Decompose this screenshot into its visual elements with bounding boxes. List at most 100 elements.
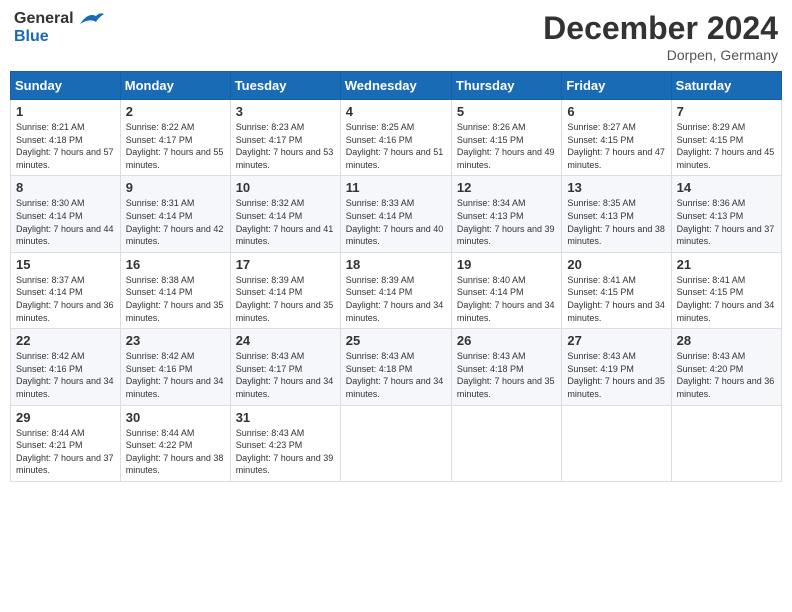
calendar-day-header: Monday bbox=[120, 72, 230, 100]
calendar-week-row: 29 Sunrise: 8:44 AM Sunset: 4:21 PM Dayl… bbox=[11, 405, 782, 481]
day-number: 3 bbox=[236, 104, 335, 119]
calendar-day-cell: 28 Sunrise: 8:43 AM Sunset: 4:20 PM Dayl… bbox=[671, 329, 781, 405]
sunset-text: Sunset: 4:17 PM bbox=[236, 364, 303, 374]
daylight-text: Daylight: 7 hours and 47 minutes. bbox=[567, 147, 665, 170]
sunrise-text: Sunrise: 8:22 AM bbox=[126, 122, 195, 132]
calendar-day-cell bbox=[562, 405, 671, 481]
daylight-text: Daylight: 7 hours and 57 minutes. bbox=[16, 147, 114, 170]
calendar-week-row: 22 Sunrise: 8:42 AM Sunset: 4:16 PM Dayl… bbox=[11, 329, 782, 405]
daylight-text: Daylight: 7 hours and 39 minutes. bbox=[457, 224, 555, 247]
daylight-text: Daylight: 7 hours and 36 minutes. bbox=[16, 300, 114, 323]
day-number: 26 bbox=[457, 333, 556, 348]
sunset-text: Sunset: 4:16 PM bbox=[16, 364, 83, 374]
day-number: 11 bbox=[346, 180, 446, 195]
day-details: Sunrise: 8:26 AM Sunset: 4:15 PM Dayligh… bbox=[457, 121, 556, 171]
calendar-day-header: Wednesday bbox=[340, 72, 451, 100]
day-details: Sunrise: 8:23 AM Sunset: 4:17 PM Dayligh… bbox=[236, 121, 335, 171]
sunset-text: Sunset: 4:15 PM bbox=[677, 135, 744, 145]
day-number: 18 bbox=[346, 257, 446, 272]
day-details: Sunrise: 8:36 AM Sunset: 4:13 PM Dayligh… bbox=[677, 197, 776, 247]
calendar-day-cell: 16 Sunrise: 8:38 AM Sunset: 4:14 PM Dayl… bbox=[120, 252, 230, 328]
sunset-text: Sunset: 4:19 PM bbox=[567, 364, 634, 374]
sunrise-text: Sunrise: 8:43 AM bbox=[457, 351, 526, 361]
day-details: Sunrise: 8:39 AM Sunset: 4:14 PM Dayligh… bbox=[236, 274, 335, 324]
calendar-day-cell: 18 Sunrise: 8:39 AM Sunset: 4:14 PM Dayl… bbox=[340, 252, 451, 328]
day-details: Sunrise: 8:43 AM Sunset: 4:23 PM Dayligh… bbox=[236, 427, 335, 477]
calendar-day-cell: 27 Sunrise: 8:43 AM Sunset: 4:19 PM Dayl… bbox=[562, 329, 671, 405]
day-number: 28 bbox=[677, 333, 776, 348]
calendar-week-row: 1 Sunrise: 8:21 AM Sunset: 4:18 PM Dayli… bbox=[11, 100, 782, 176]
daylight-text: Daylight: 7 hours and 36 minutes. bbox=[677, 376, 775, 399]
daylight-text: Daylight: 7 hours and 35 minutes. bbox=[457, 376, 555, 399]
day-details: Sunrise: 8:31 AM Sunset: 4:14 PM Dayligh… bbox=[126, 197, 225, 247]
daylight-text: Daylight: 7 hours and 34 minutes. bbox=[346, 376, 444, 399]
day-number: 2 bbox=[126, 104, 225, 119]
day-number: 4 bbox=[346, 104, 446, 119]
sunrise-text: Sunrise: 8:39 AM bbox=[236, 275, 305, 285]
daylight-text: Daylight: 7 hours and 40 minutes. bbox=[346, 224, 444, 247]
daylight-text: Daylight: 7 hours and 55 minutes. bbox=[126, 147, 224, 170]
day-details: Sunrise: 8:32 AM Sunset: 4:14 PM Dayligh… bbox=[236, 197, 335, 247]
sunrise-text: Sunrise: 8:36 AM bbox=[677, 198, 746, 208]
daylight-text: Daylight: 7 hours and 34 minutes. bbox=[236, 376, 334, 399]
day-details: Sunrise: 8:22 AM Sunset: 4:17 PM Dayligh… bbox=[126, 121, 225, 171]
sunset-text: Sunset: 4:21 PM bbox=[16, 440, 83, 450]
calendar-day-cell: 10 Sunrise: 8:32 AM Sunset: 4:14 PM Dayl… bbox=[230, 176, 340, 252]
calendar-day-header: Friday bbox=[562, 72, 671, 100]
calendar-day-cell: 22 Sunrise: 8:42 AM Sunset: 4:16 PM Dayl… bbox=[11, 329, 121, 405]
calendar-day-cell: 15 Sunrise: 8:37 AM Sunset: 4:14 PM Dayl… bbox=[11, 252, 121, 328]
sunrise-text: Sunrise: 8:43 AM bbox=[346, 351, 415, 361]
day-number: 15 bbox=[16, 257, 115, 272]
day-number: 12 bbox=[457, 180, 556, 195]
day-number: 6 bbox=[567, 104, 665, 119]
sunrise-text: Sunrise: 8:44 AM bbox=[126, 428, 195, 438]
calendar-week-row: 8 Sunrise: 8:30 AM Sunset: 4:14 PM Dayli… bbox=[11, 176, 782, 252]
calendar-day-cell: 30 Sunrise: 8:44 AM Sunset: 4:22 PM Dayl… bbox=[120, 405, 230, 481]
day-details: Sunrise: 8:43 AM Sunset: 4:18 PM Dayligh… bbox=[457, 350, 556, 400]
day-details: Sunrise: 8:44 AM Sunset: 4:21 PM Dayligh… bbox=[16, 427, 115, 477]
sunset-text: Sunset: 4:20 PM bbox=[677, 364, 744, 374]
sunset-text: Sunset: 4:15 PM bbox=[457, 135, 524, 145]
daylight-text: Daylight: 7 hours and 42 minutes. bbox=[126, 224, 224, 247]
sunset-text: Sunset: 4:23 PM bbox=[236, 440, 303, 450]
sunset-text: Sunset: 4:14 PM bbox=[346, 211, 413, 221]
calendar-day-cell: 1 Sunrise: 8:21 AM Sunset: 4:18 PM Dayli… bbox=[11, 100, 121, 176]
sunrise-text: Sunrise: 8:42 AM bbox=[16, 351, 85, 361]
daylight-text: Daylight: 7 hours and 45 minutes. bbox=[677, 147, 775, 170]
daylight-text: Daylight: 7 hours and 39 minutes. bbox=[236, 453, 334, 476]
day-details: Sunrise: 8:29 AM Sunset: 4:15 PM Dayligh… bbox=[677, 121, 776, 171]
daylight-text: Daylight: 7 hours and 53 minutes. bbox=[236, 147, 334, 170]
page-header: General Blue December 2024 Dorpen, Germa… bbox=[10, 10, 782, 63]
calendar-day-cell: 29 Sunrise: 8:44 AM Sunset: 4:21 PM Dayl… bbox=[11, 405, 121, 481]
day-details: Sunrise: 8:27 AM Sunset: 4:15 PM Dayligh… bbox=[567, 121, 665, 171]
day-details: Sunrise: 8:30 AM Sunset: 4:14 PM Dayligh… bbox=[16, 197, 115, 247]
calendar-day-cell: 4 Sunrise: 8:25 AM Sunset: 4:16 PM Dayli… bbox=[340, 100, 451, 176]
calendar-day-cell: 5 Sunrise: 8:26 AM Sunset: 4:15 PM Dayli… bbox=[451, 100, 561, 176]
daylight-text: Daylight: 7 hours and 34 minutes. bbox=[677, 300, 775, 323]
calendar-day-cell: 3 Sunrise: 8:23 AM Sunset: 4:17 PM Dayli… bbox=[230, 100, 340, 176]
sunrise-text: Sunrise: 8:35 AM bbox=[567, 198, 636, 208]
sunrise-text: Sunrise: 8:30 AM bbox=[16, 198, 85, 208]
day-number: 23 bbox=[126, 333, 225, 348]
calendar-day-cell bbox=[451, 405, 561, 481]
day-details: Sunrise: 8:34 AM Sunset: 4:13 PM Dayligh… bbox=[457, 197, 556, 247]
sunrise-text: Sunrise: 8:44 AM bbox=[16, 428, 85, 438]
calendar-header-row: SundayMondayTuesdayWednesdayThursdayFrid… bbox=[11, 72, 782, 100]
logo: General Blue bbox=[14, 10, 104, 46]
location-title: Dorpen, Germany bbox=[543, 47, 778, 63]
calendar-day-cell: 23 Sunrise: 8:42 AM Sunset: 4:16 PM Dayl… bbox=[120, 329, 230, 405]
sunrise-text: Sunrise: 8:38 AM bbox=[126, 275, 195, 285]
sunrise-text: Sunrise: 8:33 AM bbox=[346, 198, 415, 208]
calendar-day-cell: 8 Sunrise: 8:30 AM Sunset: 4:14 PM Dayli… bbox=[11, 176, 121, 252]
calendar-day-cell: 13 Sunrise: 8:35 AM Sunset: 4:13 PM Dayl… bbox=[562, 176, 671, 252]
day-number: 21 bbox=[677, 257, 776, 272]
calendar-day-cell: 12 Sunrise: 8:34 AM Sunset: 4:13 PM Dayl… bbox=[451, 176, 561, 252]
day-number: 22 bbox=[16, 333, 115, 348]
daylight-text: Daylight: 7 hours and 51 minutes. bbox=[346, 147, 444, 170]
calendar-day-cell: 24 Sunrise: 8:43 AM Sunset: 4:17 PM Dayl… bbox=[230, 329, 340, 405]
calendar-day-cell: 19 Sunrise: 8:40 AM Sunset: 4:14 PM Dayl… bbox=[451, 252, 561, 328]
day-number: 25 bbox=[346, 333, 446, 348]
daylight-text: Daylight: 7 hours and 37 minutes. bbox=[677, 224, 775, 247]
sunrise-text: Sunrise: 8:40 AM bbox=[457, 275, 526, 285]
sunset-text: Sunset: 4:15 PM bbox=[677, 287, 744, 297]
